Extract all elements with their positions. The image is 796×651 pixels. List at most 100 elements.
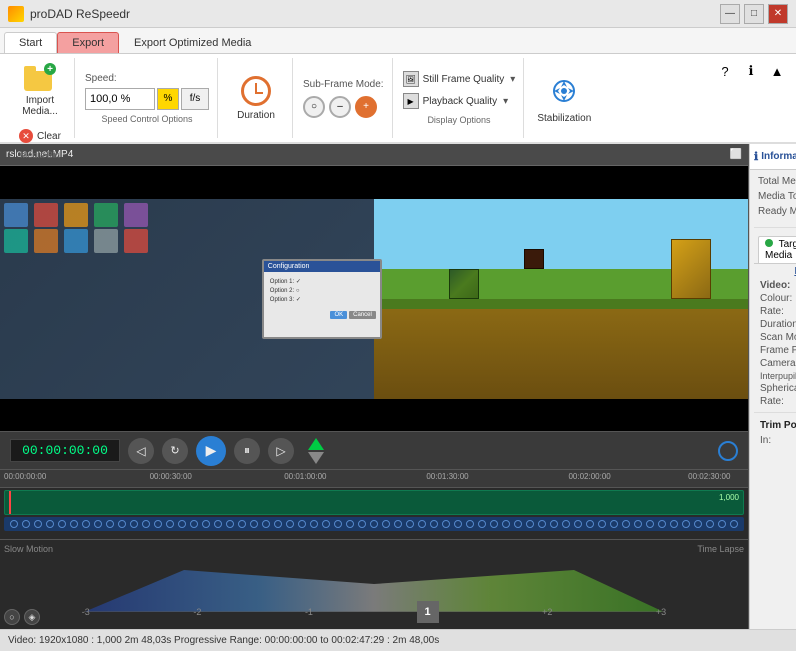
still-frame-dropdown[interactable]: ▾	[510, 74, 515, 85]
ruler-t4: 00:02:00:00	[568, 472, 610, 481]
fs-label: f/s	[181, 88, 209, 110]
marker-n2: -2	[193, 607, 201, 617]
playback-dropdown[interactable]: ▾	[503, 96, 508, 107]
ruler-t5: 00:02:30:00	[688, 472, 730, 481]
still-frame-label: Still Frame Quality	[423, 74, 505, 85]
time-lapse-label: Time Lapse	[697, 544, 744, 554]
import-media-button[interactable]: + Import Media...	[14, 58, 66, 122]
clear-icon: ✕	[19, 129, 33, 143]
speed-control-group: Speed: % f/s Speed Control Options	[77, 58, 218, 138]
display-options-group: 🖼 Still Frame Quality ▾ ▶ Playback Quali…	[395, 58, 525, 138]
detail-video-label: Video:	[760, 280, 790, 291]
info-button[interactable]: ℹ	[740, 60, 762, 82]
info-section-top: Total Media: 1 File Media To Create: 1 F…	[754, 174, 796, 219]
clear-label: Clear	[37, 131, 61, 142]
ruler-t1: 00:00:30:00	[150, 472, 192, 481]
detail-camera-type-label: Camera Type:	[760, 358, 796, 369]
playback-label: Playback Quality	[423, 96, 497, 107]
detail-in: In: 0	[754, 434, 796, 447]
ready-media-row: Ready Media: -	[754, 204, 796, 219]
graph-ctrl-btn-2[interactable]: ◈	[24, 609, 40, 625]
info-divider-2	[754, 412, 796, 413]
video-preview: Configuration Option 1: ✓ Option 2: ○ Op…	[0, 199, 748, 399]
still-frame-row: 🖼 Still Frame Quality ▾	[403, 71, 516, 87]
subframe-btn-plus[interactable]: +	[355, 96, 377, 118]
help-button[interactable]: ?	[714, 60, 736, 82]
graph-ctrl-btn-1[interactable]: ○	[4, 609, 20, 625]
settings-button[interactable]: ▲	[766, 60, 788, 82]
play-button[interactable]: ▶	[196, 436, 226, 466]
speed-control-label: Speed Control Options	[85, 114, 209, 124]
speed-markers: -3 -2 -1 1 +2 +3	[0, 601, 748, 623]
window-title: proDAD ReSpeedr	[30, 7, 720, 21]
expand-icon[interactable]: ⬜	[730, 149, 742, 160]
ruler-t3: 00:01:30:00	[426, 472, 468, 481]
timeline-track[interactable]: 1,000	[4, 490, 744, 515]
pause-button[interactable]: ⏸	[234, 438, 260, 464]
duration-group: Duration	[220, 58, 293, 138]
detail-interpupillary-label: Interpupillary Distance:	[760, 371, 796, 381]
still-frame-icon: 🖼	[403, 71, 419, 87]
arrow-cluster	[308, 438, 324, 464]
detail-video: Video: 1	[754, 279, 796, 292]
maximize-button[interactable]: □	[744, 4, 764, 24]
ready-media-label: Ready Media:	[758, 206, 796, 217]
timeline-playhead	[9, 491, 11, 514]
speed-graph: Slow Motion Time Lapse	[0, 539, 748, 629]
clear-button[interactable]: ✕ Clear	[14, 126, 66, 146]
stabilization-group: Stabilization	[526, 58, 602, 138]
detail-duration: Duration: 2	[754, 318, 796, 331]
detail-duration-label: Duration:	[760, 319, 796, 330]
duration-label: Duration	[237, 110, 275, 121]
duration-button[interactable]: Duration	[230, 71, 282, 126]
media-bin-label: Media Bin	[20, 146, 60, 162]
arrow-down[interactable]	[308, 452, 324, 464]
target-media-tab[interactable]: Target Media	[758, 236, 796, 263]
target-dot	[765, 239, 773, 247]
prev-frame-button[interactable]: ◁	[128, 438, 154, 464]
subframe-btn-circle[interactable]: ○	[303, 96, 325, 118]
edit-link[interactable]: Edit ...	[754, 264, 796, 279]
arrow-up[interactable]	[308, 438, 324, 450]
timeline-container: 00:00:00:00 00:00:30:00 00:01:00:00 00:0…	[0, 469, 748, 539]
minecraft-bg	[374, 199, 748, 399]
minimize-button[interactable]: —	[720, 4, 740, 24]
target-source-tabs: Target Media Sour	[754, 232, 796, 264]
info-tab[interactable]: ℹ Information	[750, 144, 796, 169]
loop-button[interactable]: ↻	[162, 438, 188, 464]
import-media-label: Import Media...	[17, 95, 63, 117]
import-icon: +	[24, 63, 56, 91]
marker-n1: -1	[305, 607, 313, 617]
next-frame-button[interactable]: ▷	[268, 438, 294, 464]
title-bar: proDAD ReSpeedr — □ ✕	[0, 0, 796, 28]
info-panel: Total Media: 1 File Media To Create: 1 F…	[750, 170, 796, 629]
detail-rate-label: Rate:	[760, 306, 784, 317]
circle-indicator	[718, 441, 738, 461]
tab-export-optimized[interactable]: Export Optimized Media	[119, 32, 266, 53]
tab-export[interactable]: Export	[57, 32, 119, 53]
marker-n3: -3	[82, 607, 90, 617]
window-controls: — □ ✕	[720, 4, 788, 24]
detail-interpupillary: Interpupillary Distance:	[754, 370, 796, 382]
speed-input[interactable]	[85, 88, 155, 110]
right-panel-tabs: ℹ Information ■ Media Bin	[750, 144, 796, 170]
toolbar-right-icons: ? ℹ ▲	[714, 60, 788, 82]
display-options-label: Display Options	[403, 115, 516, 125]
subframe-btn-minus[interactable]: –	[329, 96, 351, 118]
timeline-circles	[4, 518, 744, 530]
tab-start[interactable]: Start	[4, 32, 57, 53]
speed-value-box: 1	[417, 601, 439, 623]
close-button[interactable]: ✕	[768, 4, 788, 24]
video-panel: rsload.net.MP4 ⬜	[0, 144, 749, 629]
right-panel: ℹ Information ■ Media Bin Total Media: 1…	[749, 144, 796, 629]
timeline-ruler: 00:00:00:00 00:00:30:00 00:01:00:00 00:0…	[0, 470, 748, 488]
playback-icon: ▶	[403, 93, 419, 109]
playback-controls: 00:00:00:00 ◁ ↻ ▶ ⏸ ▷	[0, 431, 748, 469]
trim-points-label: Trim Points:	[760, 420, 796, 431]
detail-scan-mode: Scan Mode: P	[754, 331, 796, 344]
media-bin-group: + Import Media... ✕ Clear Media Bin	[6, 58, 75, 138]
percent-button[interactable]: %	[157, 88, 179, 110]
stabilization-button[interactable]: Stabilization	[538, 68, 590, 129]
slow-motion-label: Slow Motion	[4, 544, 53, 554]
ruler-t2: 00:01:00:00	[284, 472, 326, 481]
